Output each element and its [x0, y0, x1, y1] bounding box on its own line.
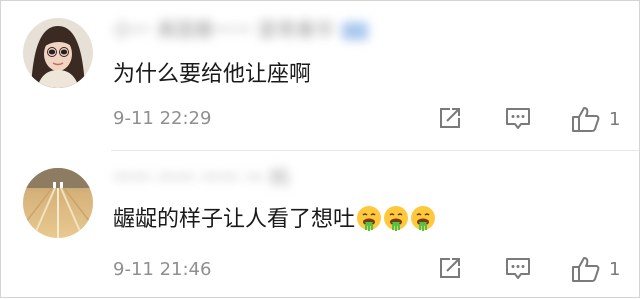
- like-count: 1: [609, 259, 621, 280]
- timestamp: 9-11 22:29: [113, 108, 212, 129]
- comment-item: 小一 美国春一一 瑟青春华 为什么要给他让座啊 9-11 22:29 1: [1, 1, 640, 151]
- comment-icon: [506, 108, 530, 129]
- comment-text: 龌龊的样子让人看了想吐: [113, 205, 436, 235]
- comment-text-body: 龌龊的样子让人看了想吐: [113, 207, 356, 232]
- vomit-face-emoji: [384, 206, 409, 231]
- share-icon: [440, 108, 460, 128]
- share-button[interactable]: [437, 105, 463, 135]
- thumbs-up-icon: [572, 257, 600, 282]
- like-button[interactable]: [571, 255, 601, 287]
- like-button[interactable]: [571, 105, 601, 137]
- username[interactable]: 小一 美国春一一 瑟青春华: [113, 17, 369, 43]
- comment-item: 一一 一一 一一 一 妈 龌龊的样子让人看了想吐 9-11 21:46 1: [1, 151, 640, 299]
- reply-button[interactable]: [504, 105, 532, 135]
- username[interactable]: 一一 一一 一一 一 妈: [113, 165, 289, 191]
- member-badge-icon: [342, 21, 369, 40]
- vomit-face-emoji: [357, 206, 382, 231]
- share-icon: [440, 258, 460, 278]
- comment-text: 为什么要给他让座啊: [113, 62, 312, 87]
- thumbs-up-icon: [572, 107, 600, 132]
- comment-icon: [506, 258, 530, 279]
- vomit-face-emoji: [411, 206, 436, 231]
- comment-list: 小一 美国春一一 瑟青春华 为什么要给他让座啊 9-11 22:29 1 一一 …: [0, 0, 640, 298]
- timestamp: 9-11 21:46: [113, 259, 212, 280]
- avatar[interactable]: [23, 18, 93, 88]
- avatar[interactable]: [23, 168, 93, 238]
- reply-button[interactable]: [504, 255, 532, 285]
- username-text: 一一 一一 一一 一 妈: [113, 167, 290, 189]
- username-text: 小一 美国春一一 瑟青春华: [113, 19, 335, 41]
- like-count: 1: [609, 109, 621, 130]
- share-button[interactable]: [437, 255, 463, 285]
